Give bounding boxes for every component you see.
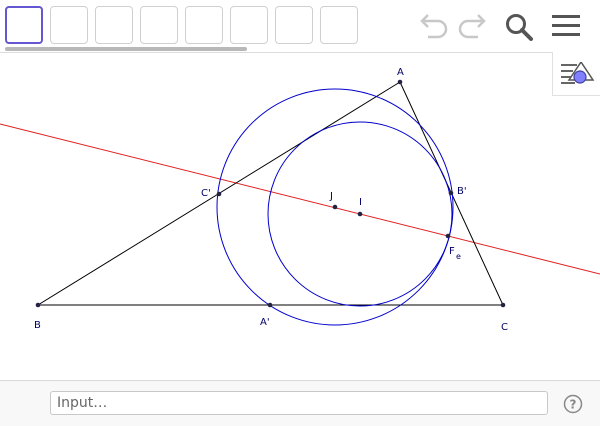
menu-icon[interactable]: [552, 13, 580, 43]
tool-slot-4[interactable]: [140, 6, 178, 44]
point-b[interactable]: [35, 302, 41, 308]
undo-icon[interactable]: [418, 13, 450, 43]
input-field[interactable]: [50, 391, 548, 415]
point-j[interactable]: [332, 204, 338, 210]
toolbar: [0, 0, 600, 53]
label-a-prime: A': [260, 317, 270, 328]
label-a: A: [397, 67, 404, 78]
label-j: J: [329, 191, 333, 202]
tool-slot-7[interactable]: [275, 6, 313, 44]
point-a[interactable]: [397, 79, 403, 85]
redo-icon[interactable]: [456, 13, 488, 43]
tool-slot-2[interactable]: [50, 6, 88, 44]
label-b: B: [34, 320, 41, 331]
label-b-prime: B': [457, 186, 467, 197]
tool-slot-5[interactable]: [185, 6, 223, 44]
tool-slot-6[interactable]: [230, 6, 268, 44]
help-icon[interactable]: ?: [563, 394, 583, 418]
point-c-prime[interactable]: [216, 191, 222, 197]
label-i: I: [359, 197, 362, 208]
graphics-view[interactable]: A B C A' B' C' J I F e: [0, 52, 600, 380]
point-i[interactable]: [357, 211, 363, 217]
point-fe[interactable]: [445, 233, 451, 239]
point-c[interactable]: [500, 302, 506, 308]
label-c: C: [501, 322, 508, 333]
tool-slot-8[interactable]: [320, 6, 358, 44]
label-f: F: [449, 246, 455, 257]
tool-slot-3[interactable]: [95, 6, 133, 44]
toolbar-scrollbar[interactable]: [5, 47, 247, 51]
point-b-prime[interactable]: [448, 190, 454, 196]
label-c-prime: C': [201, 188, 211, 199]
input-bar-area: ?: [0, 380, 600, 426]
svg-text:?: ?: [570, 398, 577, 412]
label-f-subscript: e: [456, 252, 461, 261]
search-icon[interactable]: [504, 12, 534, 46]
tool-slot-1[interactable]: [5, 6, 43, 44]
euler-line[interactable]: [0, 123, 600, 275]
point-a-prime[interactable]: [267, 302, 273, 308]
